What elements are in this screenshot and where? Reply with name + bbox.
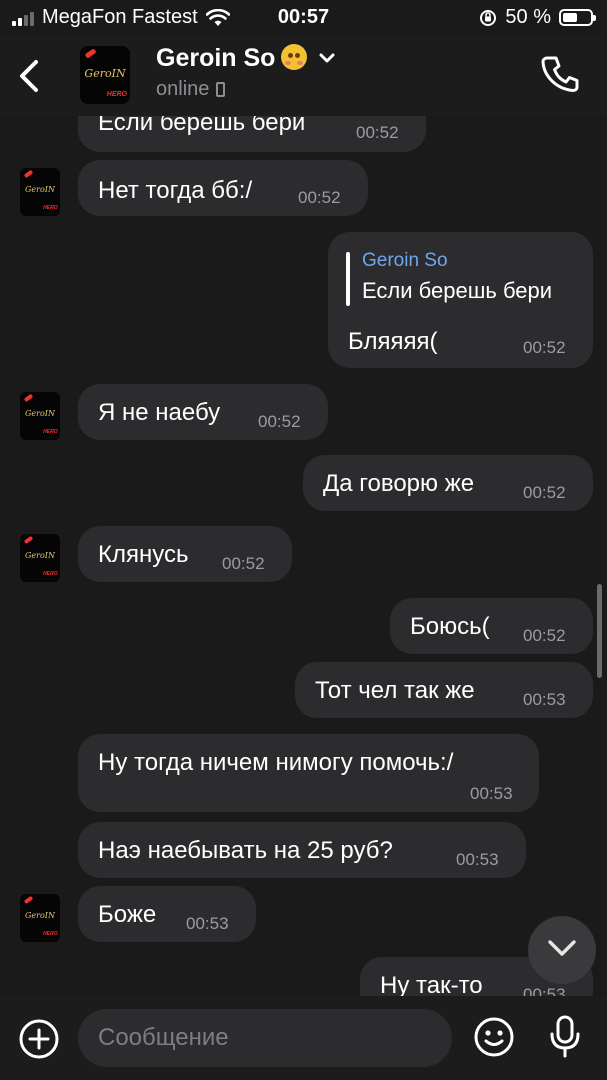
sender-avatar[interactable]: GeroIN HERO <box>20 894 60 942</box>
message-bubble-out[interactable]: Да говорю же 00:52 <box>303 455 593 511</box>
avatar-logo-red: HERO <box>106 91 127 99</box>
message-time: 00:52 <box>222 554 265 573</box>
pleading-emoji-icon <box>281 44 308 70</box>
battery-icon <box>559 9 596 26</box>
message-time: 00:53 <box>186 914 229 933</box>
message-text: Клянусь <box>98 541 189 568</box>
message-input[interactable] <box>78 1009 452 1067</box>
message-bubble-in[interactable]: Нет тогда бб:/ 00:52 <box>78 160 368 216</box>
contact-avatar[interactable]: GeroIN HERO <box>80 46 130 104</box>
sender-avatar[interactable]: GeroIN HERO <box>20 392 60 440</box>
message-bubble-out[interactable]: Тот чел так же 00:53 <box>295 662 593 718</box>
avatar-logo-text: GeroIN <box>25 185 55 195</box>
orientation-lock-icon <box>480 9 497 26</box>
phone-icon[interactable] <box>541 54 579 94</box>
message-time: 00:52 <box>523 338 566 357</box>
message-text: Я не наебу <box>98 399 221 426</box>
avatar-logo-text: GeroIN <box>25 911 55 921</box>
message-bubble-out[interactable]: Geroin So Если берешь бери Бляяяя( 00:52 <box>328 232 593 368</box>
message-text: Ну так-то <box>380 972 483 996</box>
message-text: Наэ наебывать на 25 руб? <box>98 837 393 864</box>
message-text: Боже <box>98 901 157 928</box>
battery-percent: 50 % <box>505 6 551 28</box>
scroll-down-icon <box>548 940 576 956</box>
plus-icon[interactable] <box>18 1018 60 1060</box>
message-time: 00:52 <box>298 188 341 207</box>
avatar-logo-text: GeroIN <box>25 409 55 419</box>
status-bar: MegaFon Fastest 00:57 50 % <box>0 0 607 34</box>
reply-quote-text: Если берешь бери <box>362 278 553 303</box>
message-time: 00:53 <box>523 985 566 996</box>
presence-status: online <box>156 78 226 101</box>
message-composer <box>0 996 607 1080</box>
contact-name[interactable]: Geroin So <box>156 44 335 73</box>
sticker-icon[interactable] <box>473 1016 515 1058</box>
avatar-logo-red: HERO <box>43 205 58 212</box>
message-text: Тот чел так же <box>315 677 475 704</box>
message-text: Да говорю же <box>323 470 475 497</box>
message-time: 00:52 <box>258 412 301 431</box>
chat-header: GeroIN HERO Geroin So online <box>0 34 607 116</box>
message-time: 00:52 <box>523 626 566 645</box>
presence-text: online <box>156 78 210 100</box>
message-text: Нет тогда бб:/ <box>98 177 253 204</box>
message-time: 00:53 <box>470 784 513 803</box>
mic-icon[interactable] <box>548 1014 582 1060</box>
avatar-logo-red: HERO <box>43 429 58 436</box>
scroll-down-button[interactable] <box>528 916 596 984</box>
sender-avatar[interactable]: GeroIN HERO <box>20 168 60 216</box>
back-chevron-icon[interactable] <box>14 56 46 96</box>
message-bubble-in[interactable]: Наэ наебывать на 25 руб? 00:53 <box>78 822 526 878</box>
message-bubble-in[interactable]: Ну тогда ничем нимогу помочь:/ 00:53 <box>78 734 539 812</box>
message-time: 00:52 <box>523 483 566 502</box>
chevron-down-icon[interactable] <box>319 53 335 63</box>
message-text: Ну тогда ничем нимогу помочь:/ <box>98 749 454 776</box>
message-bubble-in[interactable]: Я не наебу 00:52 <box>78 384 328 440</box>
message-bubble-in[interactable]: Если берешь бери 00:52 <box>78 116 426 152</box>
message-time: 00:53 <box>456 850 499 869</box>
avatar-logo-red: HERO <box>43 931 58 938</box>
reply-quote-bar <box>346 252 350 306</box>
device-icon <box>216 82 226 97</box>
scroll-indicator[interactable] <box>597 584 602 678</box>
message-list[interactable]: Если берешь бери 00:52 GeroIN HERO Нет т… <box>0 116 607 996</box>
avatar-logo-text: GeroIN <box>25 551 55 561</box>
avatar-logo-red: HERO <box>43 571 58 578</box>
message-text: Бляяяя( <box>348 328 438 355</box>
sender-avatar[interactable]: GeroIN HERO <box>20 534 60 582</box>
message-bubble-in[interactable]: Боже 00:53 <box>78 886 256 942</box>
status-right: 50 % <box>479 6 596 29</box>
avatar-logo-text: GeroIN <box>84 66 126 80</box>
reply-sender-name: Geroin So <box>362 250 448 271</box>
message-time: 00:52 <box>356 123 399 142</box>
contact-name-text: Geroin So <box>156 44 276 72</box>
message-time: 00:53 <box>523 690 566 709</box>
message-bubble-out[interactable]: Боюсь( 00:52 <box>390 598 593 654</box>
message-text: Боюсь( <box>410 613 490 640</box>
message-text: Если берешь бери <box>98 116 306 136</box>
message-bubble-in[interactable]: Клянусь 00:52 <box>78 526 292 582</box>
